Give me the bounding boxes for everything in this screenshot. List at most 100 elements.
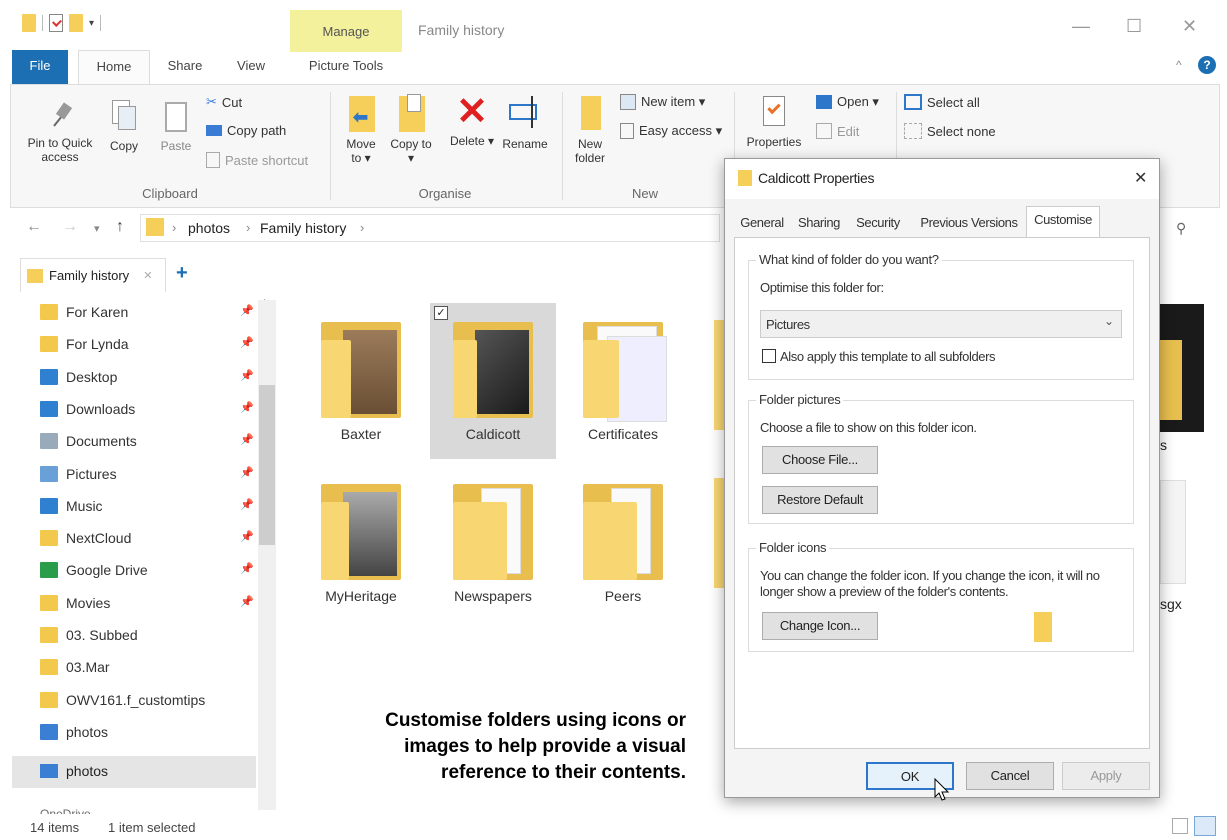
sidebar-item[interactable]: Documents [40,427,137,455]
dialog-tab-security[interactable]: Security [848,210,908,236]
sidebar-item[interactable]: For Karen [40,298,128,326]
breadcrumb-photos[interactable]: photos [188,220,230,236]
sidebar-item[interactable]: For Lynda [40,330,129,358]
pin-icon[interactable]: 📌 [240,562,254,575]
pin-icon[interactable]: 📌 [240,369,254,382]
sidebar-item[interactable]: 03.Mar [40,653,110,681]
change-icon-button[interactable]: Change Icon... [762,612,878,640]
back-arrow-icon[interactable]: ← [26,218,42,236]
paste-shortcut-button[interactable]: Paste shortcut [206,152,308,168]
customize-toolbar-icon[interactable]: ▾ [89,18,94,29]
pin-icon[interactable]: 📌 [240,466,254,479]
close-tab-icon[interactable]: ✕ [143,269,152,282]
cancel-button[interactable]: Cancel [966,762,1054,790]
pin-icon[interactable]: 📌 [240,304,254,317]
tab-picture-tools[interactable]: Picture Tools [290,50,402,84]
properties-icon[interactable] [49,14,63,32]
sidebar-scroll-thumb[interactable] [259,385,275,545]
large-icons-view-icon[interactable] [1194,816,1216,836]
window-title: Family history [418,22,505,38]
tab-file[interactable]: File [12,50,68,84]
sidebar-item[interactable]: Google Drive [40,556,148,584]
pin-icon[interactable]: 📌 [240,595,254,608]
dialog-tab-sharing[interactable]: Sharing [792,210,846,236]
select-all-button[interactable]: Select all [904,94,980,110]
rename-button[interactable]: Rename [498,90,552,151]
folder-caldicott[interactable]: Caldicott [438,308,548,442]
move-to-button[interactable]: ⬅ Move to ▾ [340,90,382,165]
pin-icon[interactable]: 📌 [240,530,254,543]
forward-arrow-icon[interactable]: → [62,218,78,236]
details-view-icon[interactable] [1172,818,1188,834]
tab-share[interactable]: Share [160,50,210,84]
partial-folder[interactable] [714,478,724,588]
restore-default-button[interactable]: Restore Default [762,486,878,514]
properties-button[interactable]: Properties [740,92,808,149]
quick-tab-family-history[interactable]: Family history ✕ [20,258,166,292]
folder-kind-title: What kind of folder do you want? [756,252,942,267]
sidebar-item[interactable]: Music [40,492,103,520]
sidebar-onedrive-partial[interactable]: OneDrive [40,804,91,814]
pin-icon[interactable]: 📌 [240,336,254,349]
sidebar-item[interactable]: Movies [40,589,110,617]
new-folder-button[interactable]: New folder [568,90,612,165]
collapse-ribbon-icon[interactable]: ^ [1176,58,1182,72]
copy-path-button[interactable]: Copy path [206,123,286,138]
cut-button[interactable]: ✂ Cut [206,94,242,110]
dialog-tab-previous-versions[interactable]: Previous Versions [910,210,1028,236]
add-tab-button[interactable]: + [176,262,188,285]
apply-button[interactable]: Apply [1062,762,1150,790]
partial-folder[interactable] [714,320,724,430]
minimize-button[interactable]: — [1072,16,1090,37]
sidebar-item[interactable]: Pictures [40,460,117,488]
sidebar-photos-section[interactable]: photos [40,763,108,779]
new-folder-icon[interactable] [69,14,83,32]
sidebar-item[interactable]: Downloads [40,395,135,423]
sidebar-item[interactable]: Desktop [40,363,117,391]
choose-file-button[interactable]: Choose File... [762,446,878,474]
close-button[interactable]: ✕ [1182,16,1197,37]
open-button[interactable]: Open ▾ [816,94,879,110]
pin-icon[interactable]: 📌 [240,498,254,511]
paste-button[interactable]: Paste [154,98,198,153]
up-arrow-icon[interactable]: ↑ [116,218,124,236]
copy-to-button[interactable]: Copy to ▾ [390,90,432,165]
pin-icon[interactable]: 📌 [240,401,254,414]
delete-button[interactable]: ✕ Delete ▾ [448,90,496,148]
partial-file-icon[interactable] [1160,480,1186,584]
dialog-tab-customise[interactable]: Customise [1026,206,1100,238]
search-icon[interactable]: ⚲ [1176,220,1186,237]
tab-view[interactable]: View [226,50,276,84]
pin-quick-access-button[interactable]: Pin to Quick access [20,98,100,164]
folder-newspapers[interactable]: Newspapers [438,470,548,604]
optimise-select[interactable] [760,310,1122,338]
tab-manage[interactable]: Manage [290,24,402,39]
copy-icon [110,98,138,136]
folder-baxter[interactable]: Baxter [306,308,416,442]
sidebar-item[interactable]: photos [40,718,108,746]
new-item-button[interactable]: New item ▾ [620,94,705,110]
tab-home[interactable]: Home [78,50,150,84]
dialog-tab-general[interactable]: General [734,210,790,236]
breadcrumb-family-history[interactable]: Family history [260,220,346,236]
apply-template-checkbox[interactable] [762,349,776,363]
recent-dropdown-icon[interactable]: ▾ [94,222,100,235]
select-none-button[interactable]: Select none [904,123,996,139]
maximize-button[interactable]: ☐ [1126,16,1142,37]
sidebar-item[interactable]: 03. Subbed [40,621,138,649]
sidebar-scrollbar[interactable] [258,300,276,810]
pin-icon[interactable]: 📌 [240,433,254,446]
dialog-close-button[interactable]: ✕ [1134,168,1147,188]
sidebar-item[interactable]: NextCloud [40,524,131,552]
sidebar-item[interactable]: OWV161.f_customtips [40,686,205,714]
copy-button[interactable]: Copy [104,98,144,153]
folder-myheritage[interactable]: MyHeritage [306,470,416,604]
folder-pictures-title: Folder pictures [756,392,844,407]
folder-icon [22,14,36,32]
folder-peers[interactable]: Peers [568,470,678,604]
help-icon[interactable]: ? [1198,56,1216,74]
folder-certificates[interactable]: Certificates [568,308,678,442]
edit-button[interactable]: Edit [816,123,859,139]
easy-access-button[interactable]: Easy access ▾ [620,123,722,139]
sidebar-item-label: Music [66,498,103,514]
